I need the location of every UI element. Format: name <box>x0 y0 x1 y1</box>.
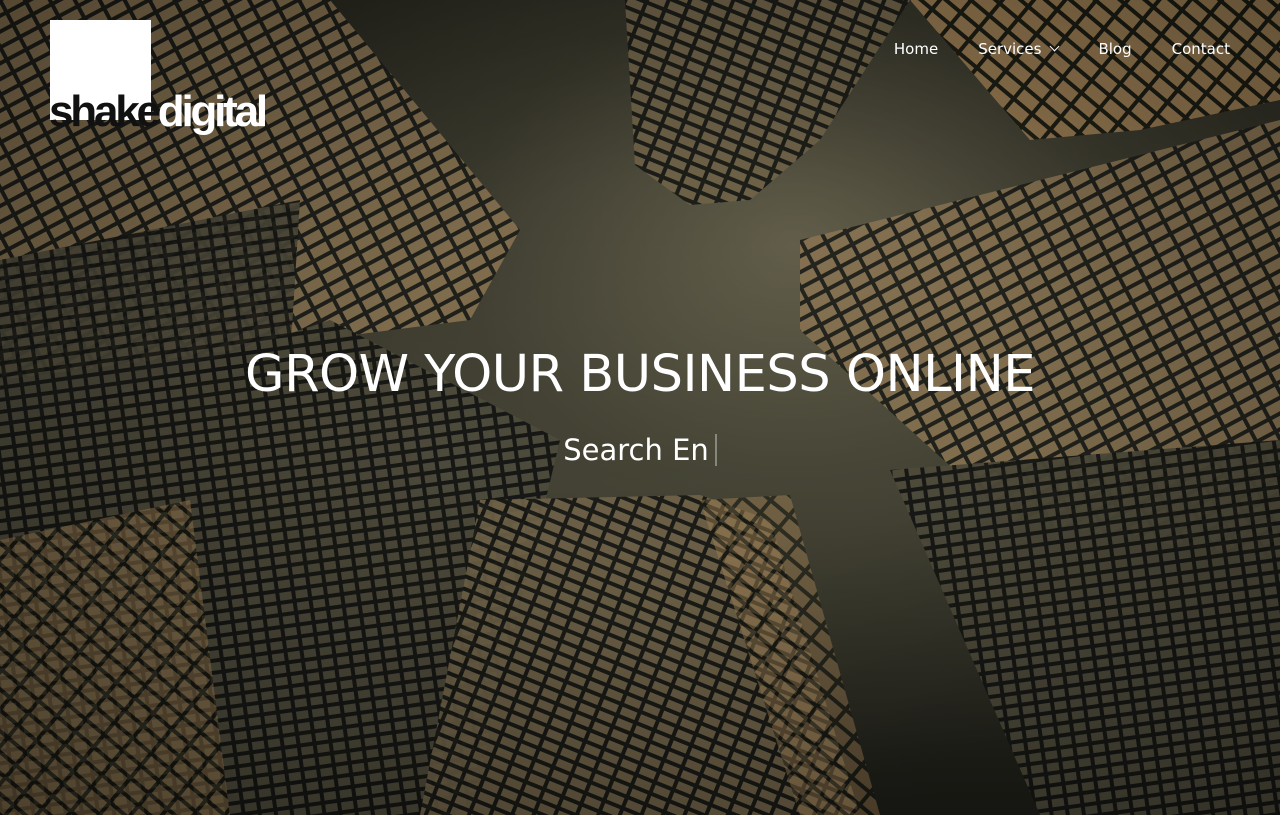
hero-typed-line: Search En <box>0 433 1280 467</box>
nav-item-label: Services <box>978 40 1042 58</box>
logo-text-dark: shake <box>49 87 161 136</box>
chevron-down-icon[interactable] <box>1050 41 1060 52</box>
nav-item-contact[interactable]: Contact <box>1152 36 1230 62</box>
hero-headline: GROW YOUR BUSINESS ONLINE <box>245 345 1035 404</box>
site-logo[interactable]: shakedigital <box>49 20 268 134</box>
hero-section: shakedigital Home Services Blog Contact … <box>0 0 1280 815</box>
typed-text: Search En <box>563 433 709 467</box>
nav-item-label: Blog <box>1098 40 1132 58</box>
main-navigation: Home Services Blog Contact <box>874 36 1230 62</box>
logo-wordmark: shakedigital <box>49 87 268 136</box>
nav-item-home[interactable]: Home <box>874 36 958 62</box>
nav-item-label: Home <box>893 40 939 58</box>
logo-text-light: digital <box>157 87 268 136</box>
nav-item-services[interactable]: Services <box>958 36 1078 62</box>
nav-item-label: Contact <box>1171 40 1230 58</box>
nav-item-blog[interactable]: Blog <box>1078 36 1151 62</box>
typing-cursor <box>714 434 717 466</box>
